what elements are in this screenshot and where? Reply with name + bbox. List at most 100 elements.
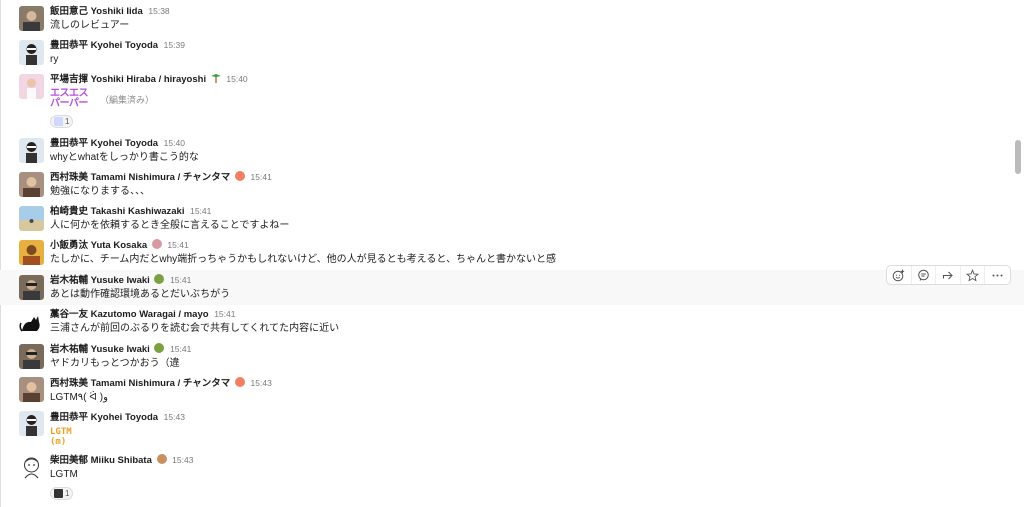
star-button[interactable] [961,266,986,284]
timestamp[interactable]: 15:43 [251,378,272,388]
message-header: 豊田恭平 Kyohei Toyoda 15:39 [50,39,185,52]
message-header: 平場吉揮 Yoshiki Hiraba / hirayoshi 15:40 [50,73,248,86]
message-header: 柏崎貴史 Takashi Kashiwazaki 15:41 [50,205,211,218]
more-icon [992,274,1003,276]
timestamp[interactable]: 15:40 [226,74,247,84]
sender-name[interactable]: 柴田美郁 Miiku Shibata [50,455,152,466]
sender-name[interactable]: 柏崎貴史 Takashi Kashiwazaki [50,206,184,217]
message-actions-toolbar [886,265,1011,285]
shrimp-icon [234,377,245,387]
add-reaction-button[interactable] [887,266,912,284]
message-text: あとは動作確認環境あるとだいぶちがう [50,289,231,300]
message[interactable]: 岩木祐輔 Yusuke Iwaki 15:41 あとは動作確認環境あるとだいぶち… [0,270,1024,305]
message-text: 流しのレビュアー [50,20,130,31]
edited-label: （編集済み） [100,95,155,105]
message[interactable]: 岩木祐輔 Yusuke Iwaki 15:41 ヤドカリもっとつかおう（違 [0,339,1024,373]
message-text: 三浦さんが前回のぶるりを読む会で共有してくれてた内容に近い [50,323,340,334]
message[interactable]: 豊田恭平 Kyohei Toyoda 15:43 LGTM (m) [0,407,1024,452]
add-reaction-icon [892,269,905,281]
sender-name[interactable]: 岩木祐輔 Yusuke Iwaki [50,344,150,355]
share-button[interactable] [936,266,961,284]
timestamp[interactable]: 15:41 [170,275,191,285]
message[interactable]: 豊田恭平 Kyohei Toyoda 15:40 whyとwhatをしっかり書こ… [0,132,1024,168]
custom-emoji-line: LGTM [50,427,72,437]
message-header: 藁谷一友 Kazutomo Waragai / mayo 15:41 [50,308,235,321]
message-header: 西村珠美 Tamami Nishimura / チャンタマ 15:43 [50,377,272,390]
dinosaur-icon [154,343,165,353]
reaction-count: 1 [65,117,70,126]
reply-thread-icon [918,269,929,281]
avatar[interactable] [19,74,44,99]
timestamp[interactable]: 15:38 [148,6,169,16]
message[interactable]: 豊田恭平 Kyohei Toyoda 15:39 ry [0,34,1024,68]
sender-name[interactable]: 西村珠美 Tamami Nishimura / チャンタマ [50,378,230,389]
custom-emoji-image: エスエス パーパー [50,89,89,109]
custom-reaction-icon [54,489,63,498]
message-text: ヤドカリもっとつかおう（違 [50,358,180,369]
message-header: 豊田恭平 Kyohei Toyoda 15:40 [50,137,185,150]
message-header: 飯田意己 Yoshiki Iida 15:38 [50,5,170,18]
share-icon [942,271,953,279]
dinosaur-icon [154,274,165,284]
sender-name[interactable]: 豊田恭平 Kyohei Toyoda [50,138,158,149]
avatar[interactable] [19,275,44,300]
more-actions-button[interactable] [985,266,1010,284]
person-icon [151,239,162,249]
custom-emoji-line: (m) [50,437,67,447]
reaction-pill[interactable]: 1 [50,115,74,128]
message[interactable]: 西村珠美 Tamami Nishimura / チャンタマ 15:43 LGTM… [0,373,1024,407]
timestamp[interactable]: 15:43 [172,455,193,465]
message[interactable]: 小飯勇汰 Yuta Kosaka 15:41 たしかに、チーム内だとwhy端折っ… [0,236,1024,270]
message[interactable]: 柏崎貴史 Takashi Kashiwazaki 15:41 人に何かを依頼する… [0,202,1024,236]
sender-name[interactable]: 小飯勇汰 Yuta Kosaka [50,240,147,251]
message[interactable]: 飯田意己 Yoshiki Iida 15:38 流しのレビュアー [0,0,1024,34]
sender-name[interactable]: 藁谷一友 Kazutomo Waragai / mayo [50,309,209,320]
lgtm-emoji-image: LGTM (m) [50,427,72,447]
scrollbar-thumb[interactable] [1015,140,1021,174]
message[interactable]: 平場吉揮 Yoshiki Hiraba / hirayoshi 15:40 エス… [0,68,1024,132]
message[interactable]: 柴田美郁 Miiku Shibata 15:43 LGTM 1 [0,452,1024,507]
sender-name[interactable]: 飯田意己 Yoshiki Iida [50,6,143,17]
avatar[interactable] [19,377,44,402]
avatar[interactable] [19,454,44,479]
timestamp[interactable]: 15:41 [167,240,188,250]
timestamp[interactable]: 15:43 [164,412,185,422]
star-icon [966,268,980,282]
reaction-pill[interactable]: 1 [50,487,74,500]
message-header: 岩木祐輔 Yusuke Iwaki 15:41 [50,274,191,287]
timestamp[interactable]: 15:39 [164,40,185,50]
reaction-count: 1 [65,489,70,498]
avatar[interactable] [19,344,44,369]
message-header: 柴田美郁 Miiku Shibata 15:43 [50,454,193,467]
timestamp[interactable]: 15:41 [251,172,272,182]
avatar[interactable] [19,6,44,31]
avatar[interactable] [19,138,44,163]
sender-name[interactable]: 平場吉揮 Yoshiki Hiraba / hirayoshi [50,74,206,85]
sender-name[interactable]: 岩木祐輔 Yusuke Iwaki [50,275,150,286]
message-header: 小飯勇汰 Yuta Kosaka 15:41 [50,239,189,252]
avatar[interactable] [19,40,44,65]
timestamp[interactable]: 15:41 [190,206,211,216]
message[interactable]: 藁谷一友 Kazutomo Waragai / mayo 15:41 三浦さんが… [0,305,1024,339]
timestamp[interactable]: 15:41 [214,309,235,319]
message-header: 豊田恭平 Kyohei Toyoda 15:43 [50,411,185,424]
avatar[interactable] [19,206,44,231]
avatar[interactable] [19,411,44,436]
message[interactable]: 西村珠美 Tamami Nishimura / チャンタマ 15:41 勉強にな… [0,168,1024,202]
sender-name[interactable]: 豊田恭平 Kyohei Toyoda [50,412,158,423]
timestamp[interactable]: 15:40 [164,138,185,148]
sender-name[interactable]: 西村珠美 Tamami Nishimura / チャンタマ [50,172,230,183]
message-text: たしかに、チーム内だとwhy端折っちゃうかもしれないけど、他の人が見るとも考える… [50,254,556,265]
message-text: 人に何かを依頼するとき全般に言えることですよねー [50,220,290,231]
avatar[interactable] [19,172,44,197]
custom-emoji-line: パーパー [50,98,88,109]
sender-name[interactable]: 豊田恭平 Kyohei Toyoda [50,40,158,51]
avatar[interactable] [19,309,44,334]
timestamp[interactable]: 15:41 [170,344,191,354]
message-header: 岩木祐輔 Yusuke Iwaki 15:41 [50,343,191,356]
avatar[interactable] [19,240,44,265]
dog-icon [156,454,167,464]
message-text: ry [50,54,59,65]
message-text: whyとwhatをしっかり書こう的な [50,152,199,163]
reply-thread-button[interactable] [912,266,937,284]
